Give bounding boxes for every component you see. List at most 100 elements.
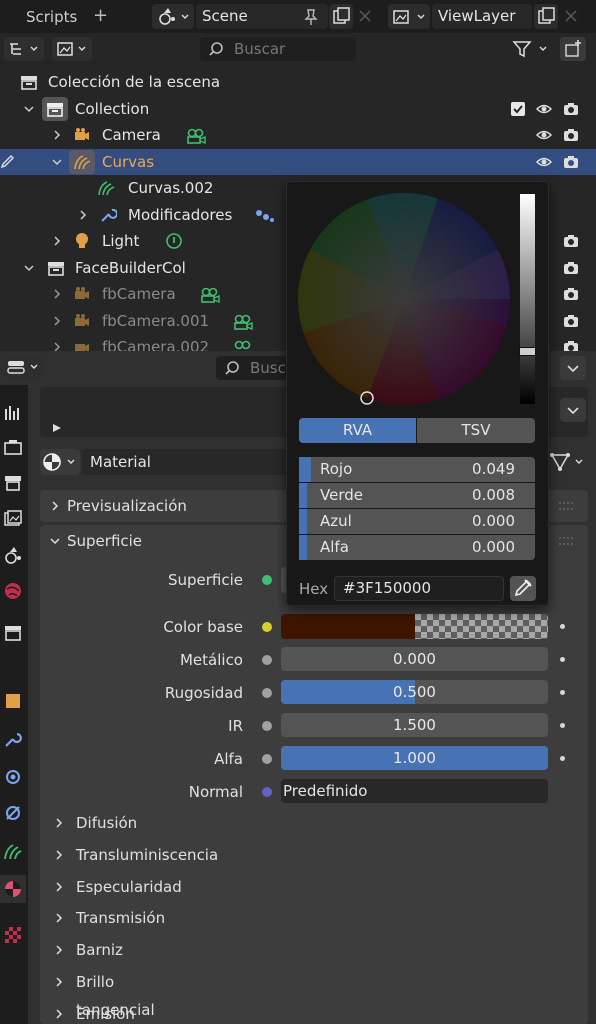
tree-row-curvas[interactable]: Curvas: [0, 148, 596, 175]
tab-render[interactable]: [0, 433, 26, 461]
camera-render-icon[interactable]: [563, 339, 579, 351]
value-slider-strip[interactable]: [519, 194, 536, 404]
camera-object-icon: [75, 344, 89, 351]
tab-physics[interactable]: [0, 799, 26, 827]
workspace-tab-scripts[interactable]: Scripts: [26, 8, 77, 26]
drag-handle-icon[interactable]: [558, 535, 574, 547]
chevron-down-icon[interactable]: [50, 536, 60, 546]
camera-render-icon[interactable]: [563, 101, 579, 117]
normal-field[interactable]: Predefinido: [281, 779, 548, 803]
delete-viewlayer-icon[interactable]: [563, 8, 579, 24]
chevron-right-icon[interactable]: [78, 209, 88, 220]
checkbox-checked-icon[interactable]: [510, 101, 526, 117]
ior-slider[interactable]: 1.500: [281, 713, 548, 737]
chevron-right-icon[interactable]: [52, 236, 62, 246]
tab-material[interactable]: [0, 875, 26, 903]
viewlayer-name-field[interactable]: ViewLayer: [432, 4, 532, 29]
camera-render-icon[interactable]: [563, 127, 579, 143]
color-wheel[interactable]: [297, 192, 511, 406]
filter-button[interactable]: [508, 37, 552, 61]
camera-render-icon[interactable]: [563, 233, 579, 249]
tab-collection[interactable]: [0, 619, 26, 647]
tab-view-layer[interactable]: [0, 505, 26, 533]
new-viewlayer-button[interactable]: [534, 4, 558, 29]
eye-icon[interactable]: [536, 154, 552, 170]
green-channel-slider[interactable]: Verde 0.008: [299, 483, 535, 508]
base-color-swatch[interactable]: [281, 614, 548, 639]
chevron-down-icon[interactable]: [24, 104, 34, 114]
slider-fill: [299, 509, 307, 534]
new-scene-button[interactable]: [329, 4, 353, 29]
keyframe-dot-icon[interactable]: [560, 657, 565, 662]
play-triangle-icon[interactable]: [52, 423, 62, 433]
filter-view-button[interactable]: [52, 37, 92, 61]
eye-icon[interactable]: [536, 101, 552, 117]
pin-scene-icon[interactable]: [302, 8, 320, 26]
tab-object-data[interactable]: [0, 837, 26, 865]
tree-row-camera[interactable]: Camera: [0, 122, 596, 149]
tab-texture[interactable]: [0, 921, 26, 949]
chevron-down-icon[interactable]: [24, 263, 34, 273]
tab-tsv[interactable]: TSV: [417, 418, 535, 443]
material-browse-button[interactable]: [40, 449, 80, 475]
chevron-down-icon[interactable]: [52, 157, 62, 167]
alpha-channel-slider[interactable]: Alfa 0.000: [299, 535, 535, 560]
chevron-right-icon[interactable]: [52, 342, 62, 351]
metallic-slider[interactable]: 0.000: [281, 647, 548, 671]
tree-row-collection[interactable]: Collection: [0, 96, 596, 123]
red-channel-slider[interactable]: Rojo 0.049: [299, 457, 535, 482]
properties-search-field[interactable]: Buscar: [216, 356, 301, 380]
editor-type-button[interactable]: [4, 355, 44, 379]
keyframe-dot-icon[interactable]: [560, 756, 565, 761]
roughness-slider[interactable]: 0.500: [281, 680, 548, 704]
keyframe-dot-icon[interactable]: [560, 624, 565, 629]
slot-dropdown-button[interactable]: [560, 398, 586, 422]
outliner-search-field[interactable]: Buscar: [200, 37, 356, 61]
camera-render-icon[interactable]: [563, 313, 579, 329]
tree-row-label: Collection: [75, 99, 150, 118]
tab-object[interactable]: [0, 687, 26, 715]
channel-value: 0.049: [472, 460, 515, 478]
blue-channel-slider[interactable]: Azul 0.000: [299, 509, 535, 534]
camera-render-icon[interactable]: [563, 260, 579, 276]
chevron-right-icon[interactable]: [52, 289, 62, 299]
display-mode-button[interactable]: [4, 37, 44, 61]
alpha-slider[interactable]: 1.000: [281, 746, 548, 770]
camera-render-icon[interactable]: [563, 154, 579, 170]
chevron-right-icon[interactable]: [52, 315, 62, 326]
value-slider-handle[interactable]: [519, 347, 536, 356]
keyframe-dot-icon[interactable]: [560, 690, 565, 695]
subpanel-label: Barniz: [76, 941, 123, 959]
tab-modifiers[interactable]: [0, 725, 26, 753]
eye-icon[interactable]: [536, 127, 552, 143]
tab-particles[interactable]: [0, 763, 26, 791]
tab-tool[interactable]: [0, 399, 26, 427]
tab-rva[interactable]: RVA: [299, 418, 416, 443]
channel-label: Alfa: [320, 538, 349, 556]
tree-row-scene-collection[interactable]: Colección de la escena: [0, 69, 596, 96]
chevron-right-icon[interactable]: [52, 130, 62, 140]
scene-icon: [5, 547, 21, 564]
material-sphere-icon: [43, 453, 75, 471]
tab-output[interactable]: [0, 469, 26, 497]
viewlayer-browse-button[interactable]: [388, 4, 430, 29]
add-workspace-button[interactable]: +: [93, 5, 108, 26]
node-dropdown-button[interactable]: [548, 449, 588, 475]
material-name-field[interactable]: Material: [82, 449, 287, 475]
hex-input[interactable]: #3F150000: [334, 576, 504, 601]
drag-handle-icon[interactable]: [558, 500, 574, 512]
delete-scene-icon[interactable]: [357, 8, 373, 24]
new-collection-button[interactable]: [560, 37, 586, 61]
eyedropper-icon[interactable]: [0, 154, 14, 170]
panel-title[interactable]: Superficie: [67, 532, 142, 550]
tab-world[interactable]: [0, 577, 26, 605]
tree-row-label-active: Curvas: [102, 152, 155, 171]
tab-scene[interactable]: [0, 541, 26, 569]
new-collection-icon: [565, 40, 581, 57]
duplicate-icon: [538, 7, 555, 24]
camera-render-icon[interactable]: [563, 286, 579, 302]
options-dropdown-button[interactable]: [560, 356, 586, 380]
keyframe-dot-icon[interactable]: [560, 723, 565, 728]
eyedropper-button[interactable]: [510, 576, 536, 601]
scene-browse-button[interactable]: [152, 4, 194, 29]
